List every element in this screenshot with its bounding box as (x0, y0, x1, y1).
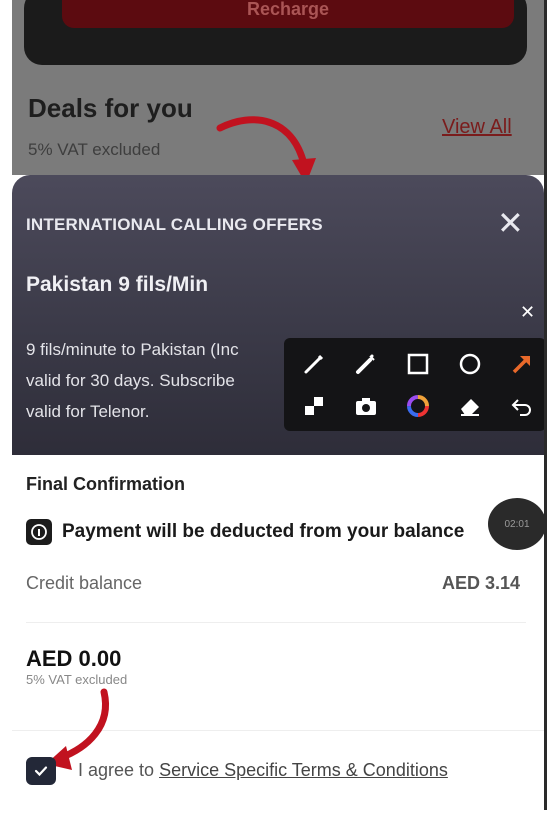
circle-icon[interactable] (454, 348, 486, 380)
recharge-card: Recharge (24, 0, 527, 65)
pen-icon[interactable] (298, 348, 330, 380)
color-wheel-icon[interactable] (402, 390, 434, 422)
camera-icon[interactable] (350, 390, 382, 422)
arrow-icon[interactable] (506, 348, 538, 380)
offer-description-line: valid for 30 days. Subscribe (26, 371, 235, 390)
undo-icon[interactable] (506, 390, 538, 422)
offer-title: Pakistan 9 fils/Min (26, 273, 209, 296)
recording-timer[interactable]: 02:01 (488, 498, 544, 550)
payment-notice: Payment will be deducted from your balan… (62, 521, 465, 542)
credit-balance-value: AED 3.14 (442, 573, 521, 593)
total-amount: AED 0.00 (26, 646, 122, 671)
credit-balance-label: Credit balance (26, 573, 143, 593)
eraser-icon[interactable] (454, 390, 486, 422)
deals-title: Deals for you (28, 93, 193, 123)
vat-note: 5% VAT excluded (26, 672, 128, 687)
offer-description-line: valid for Telenor. (26, 402, 150, 421)
confirmation-title: Final Confirmation (26, 474, 185, 494)
highlighter-icon[interactable] (350, 348, 382, 380)
terms-link[interactable]: Service Specific Terms & Conditions (159, 760, 448, 780)
offer-header: INTERNATIONAL CALLING OFFERS (26, 215, 323, 234)
app-screen: Recharge Deals for you 5% VAT excluded V… (12, 0, 547, 810)
deals-subtitle: 5% VAT excluded (28, 140, 161, 159)
agree-checkbox[interactable] (26, 757, 56, 785)
annotation-toolbar (284, 338, 544, 431)
mosaic-icon[interactable] (298, 390, 330, 422)
offer-description-line: 9 fils/minute to Pakistan (Inc (26, 340, 239, 359)
agree-label: I agree to Service Specific Terms & Cond… (78, 760, 448, 781)
recharge-button[interactable]: Recharge (62, 0, 514, 28)
info-icon (26, 519, 52, 545)
agree-prefix: I agree to (78, 760, 160, 780)
toolbar-close-icon[interactable]: ✕ (520, 303, 535, 321)
divider (26, 622, 526, 623)
view-all-link[interactable]: View All (442, 116, 512, 139)
close-icon[interactable]: ✕ (497, 207, 524, 239)
rectangle-icon[interactable] (402, 348, 434, 380)
